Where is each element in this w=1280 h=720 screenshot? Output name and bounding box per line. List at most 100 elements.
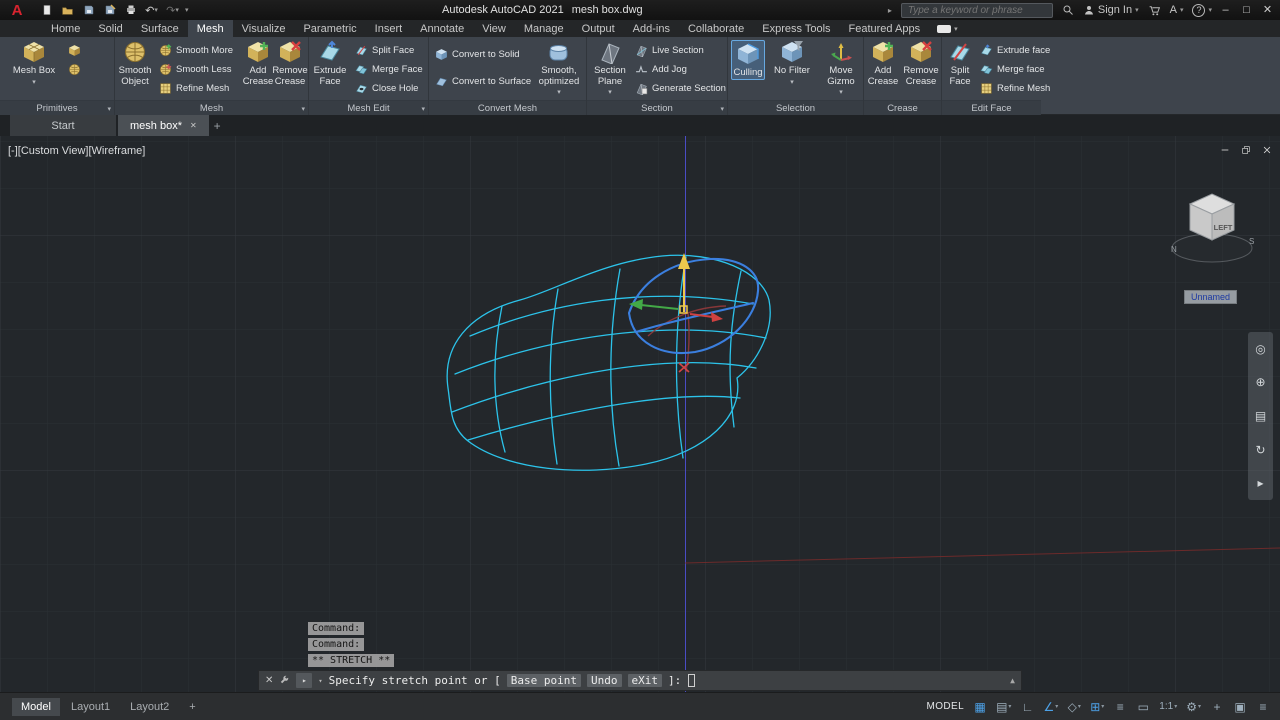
ribbon-display-toggle[interactable]: ▾: [937, 20, 958, 37]
snap-toggle[interactable]: ▤▾: [996, 697, 1011, 717]
mesh-edit-panel-title[interactable]: Mesh Edit ▾: [309, 100, 428, 115]
qat-customize-dropdown-icon[interactable]: ▾: [185, 6, 189, 14]
doc-minimize-icon[interactable]: [1220, 145, 1230, 155]
polar-tracking-toggle[interactable]: ∠▾: [1043, 697, 1058, 717]
crease-remove-button[interactable]: Remove Crease: [902, 40, 940, 87]
new-layout-button[interactable]: +: [180, 698, 204, 716]
convert-to-solid-button[interactable]: Convert to Solid: [435, 45, 531, 63]
command-line[interactable]: ✕ ▸ ▾ Specify stretch point or [ Base po…: [258, 670, 1022, 691]
tab-manage[interactable]: Manage: [515, 20, 573, 37]
refine-mesh-button[interactable]: Refine Mesh: [159, 79, 233, 97]
grid-toggle[interactable]: ▦: [973, 697, 987, 717]
model-space[interactable]: [0, 136, 1280, 692]
command-option-base-point[interactable]: Base point: [507, 674, 581, 687]
split-face-button[interactable]: Split Face: [355, 41, 423, 59]
recent-commands-icon[interactable]: ▾: [318, 677, 322, 685]
command-prompt-icon[interactable]: ▸: [296, 673, 312, 688]
pan-icon[interactable]: ⊕: [1255, 376, 1265, 388]
convert-mesh-panel-title[interactable]: Convert Mesh: [429, 100, 586, 115]
tab-mesh[interactable]: Mesh: [188, 20, 233, 37]
search-box[interactable]: [901, 3, 1053, 18]
merge-face-button[interactable]: Merge Face: [355, 60, 423, 78]
compass-south-label[interactable]: S: [1249, 237, 1254, 246]
drawing-area[interactable]: [-][Custom View][Wireframe] N S LEFT Unn…: [0, 136, 1280, 692]
customization-menu[interactable]: ≡: [1256, 697, 1270, 717]
file-tab-document[interactable]: mesh box* ✕: [118, 115, 209, 136]
command-option-undo[interactable]: Undo: [587, 674, 622, 687]
undo-button[interactable]: ↶▾: [143, 2, 160, 18]
no-filter-button[interactable]: No Filter ▾: [769, 40, 815, 88]
doc-restore-icon[interactable]: [1241, 145, 1251, 155]
file-tab-close-icon[interactable]: ✕: [190, 121, 197, 130]
command-close-icon[interactable]: ✕: [265, 675, 273, 686]
new-drawing-tab-button[interactable]: +: [209, 115, 226, 136]
culling-button[interactable]: Culling: [731, 40, 765, 80]
file-tab-start[interactable]: Start: [10, 115, 116, 136]
autodesk-account-button[interactable]: A ▾: [1170, 4, 1184, 16]
crease-add-button[interactable]: Add Crease: [866, 40, 900, 87]
undo-dropdown-icon[interactable]: ▾: [154, 6, 158, 14]
close-button[interactable]: ✕: [1257, 0, 1278, 19]
command-option-exit[interactable]: eXit: [628, 674, 663, 687]
model-space-toggle[interactable]: MODEL: [927, 701, 965, 712]
extrude-face-button[interactable]: Extrude Face: [311, 40, 349, 87]
save-as-button[interactable]: [101, 2, 118, 18]
orbit-icon[interactable]: ↻: [1255, 444, 1265, 456]
redo-dropdown-icon[interactable]: ▾: [175, 6, 179, 14]
tab-home[interactable]: Home: [42, 20, 89, 37]
smooth-less-button[interactable]: Smooth Less: [159, 60, 233, 78]
autocad-logo-icon[interactable]: A: [0, 0, 34, 20]
close-hole-button[interactable]: Close Hole: [355, 79, 423, 97]
save-button[interactable]: [80, 2, 97, 18]
help-button[interactable]: ? ▾: [1192, 4, 1212, 17]
smooth-optimized-button[interactable]: Smooth, optimized ▾: [535, 40, 583, 99]
tab-insert[interactable]: Insert: [366, 20, 412, 37]
primitive-smooth-button[interactable]: [68, 60, 81, 78]
viewcube[interactable]: N S LEFT: [1166, 190, 1258, 270]
add-crease-button[interactable]: Add Crease: [242, 40, 274, 87]
search-icon[interactable]: [1062, 4, 1074, 16]
edit-refine-mesh-button[interactable]: Refine Mesh: [980, 79, 1050, 97]
layout1-tab[interactable]: Layout1: [62, 698, 119, 716]
tab-output[interactable]: Output: [573, 20, 624, 37]
primitive-tessellate-button[interactable]: [68, 41, 81, 59]
compass-north-label[interactable]: N: [1171, 245, 1177, 254]
remove-crease-button[interactable]: Remove Crease: [272, 40, 308, 87]
add-jog-button[interactable]: Add Jog: [635, 60, 726, 78]
smooth-object-button[interactable]: Smooth Object: [116, 40, 154, 87]
minimize-button[interactable]: –: [1215, 0, 1236, 19]
mesh-box-button[interactable]: Mesh Box ▾: [12, 40, 56, 88]
new-file-button[interactable]: [38, 2, 55, 18]
move-gizmo-button[interactable]: Move Gizmo ▾: [821, 40, 861, 99]
primitives-panel-title[interactable]: Primitives ▾: [0, 100, 114, 115]
model-tab[interactable]: Model: [12, 698, 60, 716]
tab-collaborate[interactable]: Collaborate: [679, 20, 753, 37]
ortho-toggle[interactable]: ∟: [1020, 697, 1034, 717]
tab-view[interactable]: View: [473, 20, 515, 37]
tab-visualize[interactable]: Visualize: [233, 20, 295, 37]
maximize-button[interactable]: □: [1236, 0, 1257, 19]
edit-face-panel-title[interactable]: Edit Face: [942, 100, 1041, 115]
tab-parametric[interactable]: Parametric: [294, 20, 365, 37]
hardware-acceleration-toggle[interactable]: ▣: [1233, 697, 1247, 717]
convert-to-surface-button[interactable]: Convert to Surface: [435, 72, 531, 90]
sign-in-button[interactable]: Sign In ▾: [1083, 4, 1139, 16]
section-plane-button[interactable]: Section Plane ▾: [591, 40, 629, 99]
tab-solid[interactable]: Solid: [89, 20, 131, 37]
show-motion-icon[interactable]: ▸: [1257, 477, 1263, 489]
doc-close-icon[interactable]: [1262, 145, 1272, 155]
mesh-panel-title[interactable]: Mesh ▾: [115, 100, 308, 115]
viewcube-face-label[interactable]: LEFT: [1214, 223, 1233, 232]
generate-section-button[interactable]: Generate Section: [635, 79, 726, 97]
annotation-monitor-toggle[interactable]: +: [1210, 697, 1224, 717]
open-file-button[interactable]: [59, 2, 76, 18]
tab-express-tools[interactable]: Express Tools: [753, 20, 839, 37]
object-snap-toggle[interactable]: ⊞▾: [1090, 697, 1104, 717]
search-input[interactable]: [906, 4, 1048, 17]
section-panel-title[interactable]: Section ▾: [587, 100, 727, 115]
plot-button[interactable]: [122, 2, 139, 18]
live-section-button[interactable]: Live Section: [635, 41, 726, 59]
selection-panel-title[interactable]: Selection: [728, 100, 863, 115]
tab-surface[interactable]: Surface: [132, 20, 188, 37]
tab-add-ins[interactable]: Add-ins: [624, 20, 679, 37]
